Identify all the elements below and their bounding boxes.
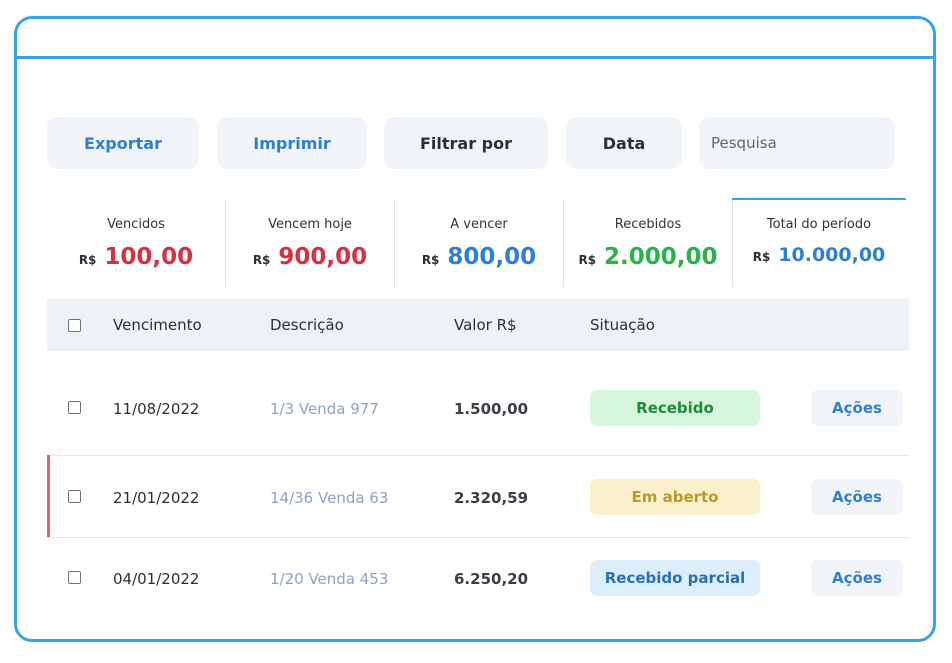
- summary-due-today[interactable]: Vencem hoje R$ 900,00: [226, 201, 394, 287]
- summary-label: Recebidos: [614, 217, 682, 232]
- column-status[interactable]: Situação: [590, 316, 655, 334]
- table-row: 04/01/2022 1/20 Venda 453 6.250,20 Receb…: [47, 537, 909, 617]
- export-button[interactable]: Exportar: [47, 117, 199, 169]
- summary-value: 100,00: [104, 244, 194, 270]
- actions-button[interactable]: Ações: [811, 390, 903, 426]
- currency-label: R$: [421, 253, 440, 267]
- amount: 6.250,20: [454, 570, 529, 588]
- select-all-checkbox[interactable]: [68, 319, 81, 332]
- summary-value: 10.000,00: [778, 244, 886, 266]
- summary-upcoming[interactable]: A vencer R$ 800,00: [395, 201, 563, 287]
- table-row: 11/08/2022 1/3 Venda 977 1.500,00 Recebi…: [47, 367, 909, 447]
- actions-button[interactable]: Ações: [811, 479, 903, 515]
- description-link[interactable]: 14/36 Venda 63: [270, 489, 388, 507]
- summary-label: A vencer: [450, 217, 508, 232]
- currency-label: R$: [752, 250, 771, 264]
- table-row: 21/01/2022 14/36 Venda 63 2.320,59 Em ab…: [47, 456, 909, 536]
- search-input[interactable]: [699, 117, 895, 169]
- row-checkbox[interactable]: [68, 571, 81, 584]
- description-link[interactable]: 1/3 Venda 977: [270, 400, 379, 418]
- amount: 2.320,59: [454, 489, 529, 507]
- due-date: 11/08/2022: [113, 400, 200, 418]
- due-date: 21/01/2022: [113, 489, 200, 507]
- column-due-date[interactable]: Vencimento: [113, 316, 202, 334]
- active-tab-indicator: [732, 198, 906, 200]
- currency-label: R$: [252, 253, 271, 267]
- row-checkbox[interactable]: [68, 401, 81, 414]
- column-value[interactable]: Valor R$: [454, 316, 517, 334]
- summary-label: Vencem hoje: [268, 217, 352, 232]
- status-badge: Em aberto: [590, 479, 760, 515]
- filter-by-button[interactable]: Filtrar por: [384, 117, 548, 169]
- summary-value: 800,00: [447, 244, 537, 270]
- description-link[interactable]: 1/20 Venda 453: [270, 570, 388, 588]
- due-date: 04/01/2022: [113, 570, 200, 588]
- summary-label: Vencidos: [107, 217, 165, 232]
- date-filter-button[interactable]: Data: [566, 117, 682, 169]
- summary-received[interactable]: Recebidos R$ 2.000,00: [564, 201, 732, 287]
- summary-value: 900,00: [278, 244, 368, 270]
- summary-value: 2.000,00: [604, 244, 718, 270]
- summary-period-total[interactable]: Total do período R$ 10.000,00: [733, 201, 905, 287]
- summary-label: Total do período: [766, 217, 872, 232]
- table-header: Vencimento Descrição Valor R$ Situação: [47, 299, 909, 351]
- currency-label: R$: [578, 253, 597, 267]
- print-button[interactable]: Imprimir: [217, 117, 367, 169]
- currency-label: R$: [78, 253, 97, 267]
- app-window: Exportar Imprimir Filtrar por Data Venci…: [14, 16, 936, 642]
- amount: 1.500,00: [454, 400, 529, 418]
- title-bar: [17, 19, 933, 59]
- column-description[interactable]: Descrição: [270, 316, 344, 334]
- status-badge: Recebido parcial: [590, 560, 760, 596]
- actions-button[interactable]: Ações: [811, 560, 903, 596]
- status-badge: Recebido: [590, 390, 760, 426]
- summary-overdue[interactable]: Vencidos R$ 100,00: [47, 201, 225, 287]
- row-checkbox[interactable]: [68, 490, 81, 503]
